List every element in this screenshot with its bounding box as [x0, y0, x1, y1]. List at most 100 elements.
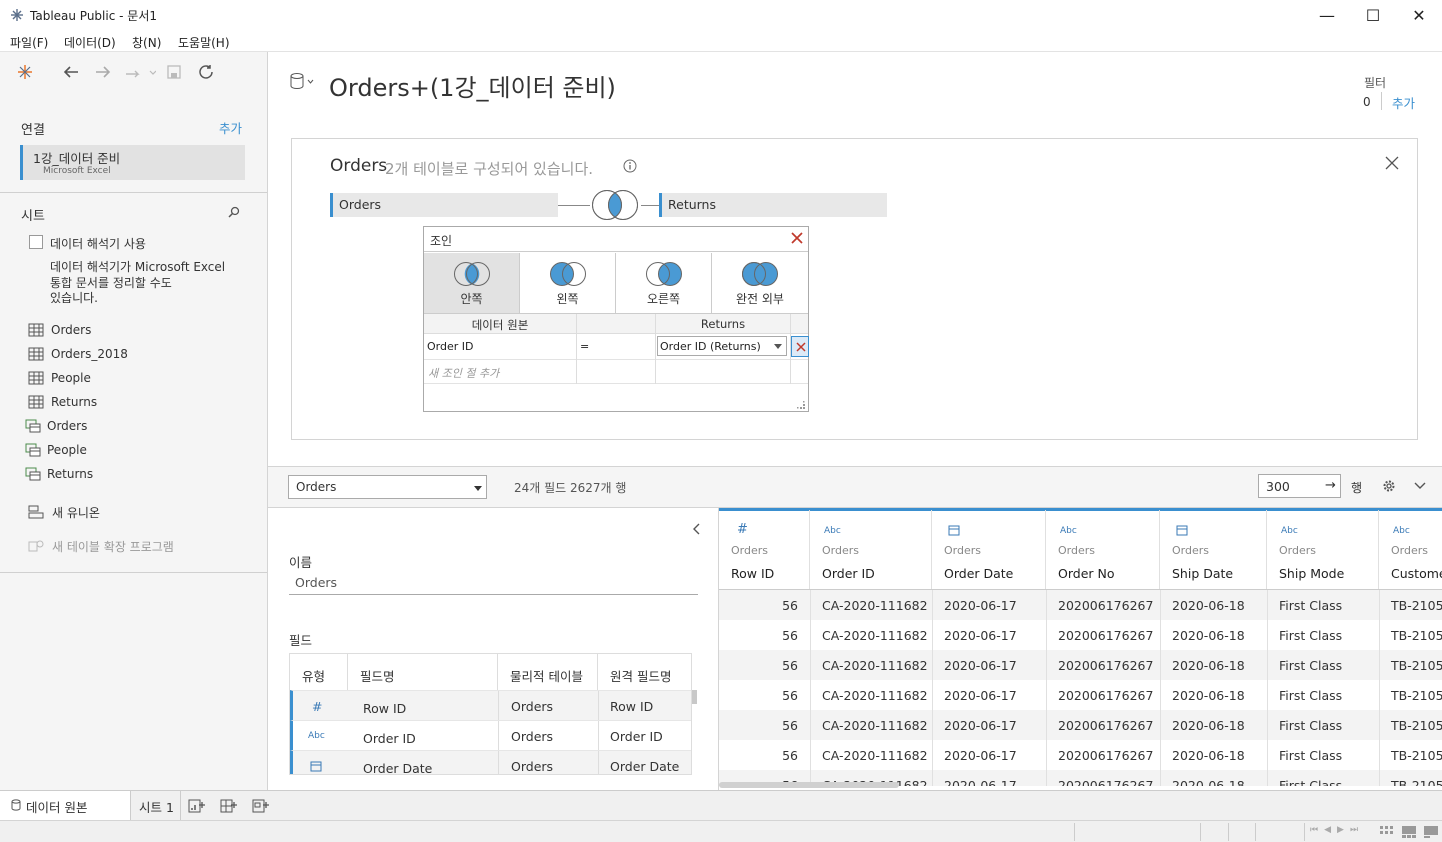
close-join-icon[interactable] [791, 232, 803, 244]
inner-join-icon[interactable] [589, 189, 641, 221]
table-row[interactable]: 56 CA-2020-111682 2020-06-17 202006176267 20… [719, 620, 1442, 650]
named-range-people[interactable]: People [25, 440, 87, 460]
grid-cell: First Class [1279, 778, 1343, 786]
column-source: Orders [822, 544, 859, 557]
menu-data[interactable]: 데이터(D) [64, 34, 116, 51]
info-icon[interactable] [623, 159, 637, 173]
table-select-value: Orders [296, 480, 337, 494]
named-range-orders[interactable]: Orders [25, 416, 87, 436]
table-row[interactable]: 56 CA-2020-111682 2020-06-17 202006176267 20… [719, 680, 1442, 710]
rows-input[interactable]: 300 → [1258, 474, 1341, 498]
menu-window[interactable]: 창(N) [132, 34, 161, 51]
name-value[interactable]: Orders [295, 575, 337, 590]
column-name: Ship Mode [1279, 566, 1345, 581]
right-table-pill[interactable]: Returns [659, 193, 887, 217]
status-bar: ⏮◀▶⏭ [0, 820, 1442, 842]
add-connection-link[interactable]: 추가 [219, 118, 242, 137]
interpreter-description: 데이터 해석기가 Microsoft Excel 통합 문서를 정리할 수도 있… [50, 260, 226, 305]
column-name: Order No [1058, 566, 1115, 581]
col-header-physical-table[interactable]: 물리적 테이블 [498, 654, 598, 690]
new-union-item[interactable]: 새 유니온 [28, 502, 100, 522]
save-icon[interactable] [166, 64, 182, 80]
join-right-field-select[interactable]: Order ID (Returns) [657, 336, 787, 356]
col-header-remote-field[interactable]: 원격 필드명 [598, 654, 691, 690]
col-header-field-name[interactable]: 필드명 [348, 654, 498, 690]
grid-cell: 2020-06-18 [1172, 688, 1245, 703]
resize-grip-icon[interactable] [796, 400, 806, 410]
grid-col-row-id[interactable]: # Orders Row ID [719, 510, 810, 590]
add-filter-link[interactable]: 추가 [1392, 93, 1415, 112]
grid-cell: 2020-06-18 [1172, 628, 1245, 643]
search-icon[interactable] [228, 206, 240, 218]
forward-arrow-icon[interactable] [94, 64, 112, 80]
sheet-item-returns[interactable]: Returns [28, 392, 97, 412]
minimize-button[interactable]: — [1304, 0, 1350, 30]
grid-horizontal-scrollbar[interactable] [719, 782, 899, 788]
filmstrip-view-icon[interactable] [1402, 826, 1416, 838]
sheet-item-orders[interactable]: Orders [28, 320, 91, 340]
menu-file[interactable]: 파일(F) [10, 34, 48, 51]
collapse-panel-icon[interactable] [692, 523, 702, 535]
grid-col-order-date[interactable]: Orders Order Date [932, 510, 1046, 590]
gear-icon[interactable] [1382, 479, 1396, 493]
refresh-icon[interactable] [197, 63, 215, 81]
tableau-start-icon[interactable] [17, 64, 33, 80]
back-arrow-icon[interactable] [62, 64, 80, 80]
left-table-pill[interactable]: Orders [330, 193, 558, 217]
grid-col-customer[interactable]: Abc Orders Custome [1379, 510, 1442, 590]
grid-col-ship-mode[interactable]: Abc Orders Ship Mode [1267, 510, 1379, 590]
table-select[interactable]: Orders [288, 475, 487, 499]
tab-sheet-1[interactable]: 시트 1 [131, 791, 181, 820]
close-button[interactable]: ✕ [1396, 0, 1442, 30]
sheet-navigation-arrows[interactable]: ⏮◀▶⏭ [1310, 825, 1364, 835]
grid-col-order-no[interactable]: Abc Orders Order No [1046, 510, 1160, 590]
join-type-right[interactable]: 오른쪽 [616, 253, 712, 314]
join-left-field[interactable]: Order ID [427, 340, 473, 353]
grid-cell: 2020-06-17 [944, 658, 1017, 673]
add-join-clause-row[interactable]: 새 조인 절 추가 [424, 360, 808, 384]
table-row[interactable]: # Row ID Orders Row ID [290, 690, 691, 721]
redo-icon[interactable] [124, 64, 156, 80]
grid-cell: CA-2020-111682 [822, 658, 928, 673]
join-operator[interactable]: = [580, 340, 589, 353]
named-range-returns[interactable]: Returns [25, 464, 93, 484]
column-source: Orders [1172, 544, 1209, 557]
datasource-icon[interactable] [289, 72, 315, 92]
tabs-view-icon[interactable] [1424, 826, 1438, 838]
col-header-type[interactable]: 유형 [290, 654, 348, 690]
table-row[interactable]: 56 CA-2020-111682 2020-06-17 202006176267 20… [719, 590, 1442, 620]
table-row[interactable]: Order Date Orders Order Date [290, 750, 691, 775]
table-row[interactable]: 56 CA-2020-111682 2020-06-17 202006176267 20… [719, 650, 1442, 680]
new-dashboard-icon[interactable] [220, 798, 238, 814]
interpreter-checkbox[interactable] [29, 235, 43, 249]
fields-scrollbar[interactable] [692, 690, 697, 704]
page-title[interactable]: Orders+(1강_데이터 준비) [329, 68, 616, 103]
menu-help[interactable]: 도움말(H) [178, 34, 230, 51]
grid-col-order-id[interactable]: Abc Orders Order ID [810, 510, 932, 590]
arrow-right-icon[interactable]: → [1325, 478, 1336, 493]
new-worksheet-icon[interactable] [188, 798, 206, 814]
join-type-left[interactable]: 왼쪽 [520, 253, 616, 314]
field-name: Order Date [363, 761, 433, 775]
sheet-item-orders-2018[interactable]: Orders_2018 [28, 344, 128, 364]
sheet-sorter-view-icon[interactable] [1380, 826, 1394, 838]
join-type-inner[interactable]: 안쪽 [424, 253, 520, 314]
remote-field: Order ID [610, 729, 663, 744]
chevron-down-icon[interactable] [1414, 481, 1426, 491]
new-story-icon[interactable] [252, 798, 270, 814]
join-type-full-outer[interactable]: 완전 외부 [712, 253, 808, 314]
date-type-icon [948, 524, 960, 536]
maximize-button[interactable]: ☐ [1350, 0, 1396, 30]
connection-item[interactable]: 1강_데이터 준비 Microsoft Excel [20, 145, 245, 180]
remove-clause-button[interactable] [791, 336, 809, 357]
tab-datasource[interactable]: 데이터 원본 [0, 791, 131, 820]
column-source: Orders [1058, 544, 1095, 557]
new-table-extension-item[interactable]: 새 테이블 확장 프로그램 [28, 536, 174, 556]
grid-col-ship-date[interactable]: Orders Ship Date [1160, 510, 1267, 590]
table-row[interactable]: 56 CA-2020-111682 2020-06-17 202006176267 20… [719, 740, 1442, 770]
grid-cell: First Class [1279, 688, 1343, 703]
table-row[interactable]: Abc Order ID Orders Order ID [290, 720, 691, 751]
close-canvas-icon[interactable] [1385, 156, 1399, 170]
sheet-item-people[interactable]: People [28, 368, 91, 388]
table-row[interactable]: 56 CA-2020-111682 2020-06-17 202006176267 20… [719, 710, 1442, 740]
